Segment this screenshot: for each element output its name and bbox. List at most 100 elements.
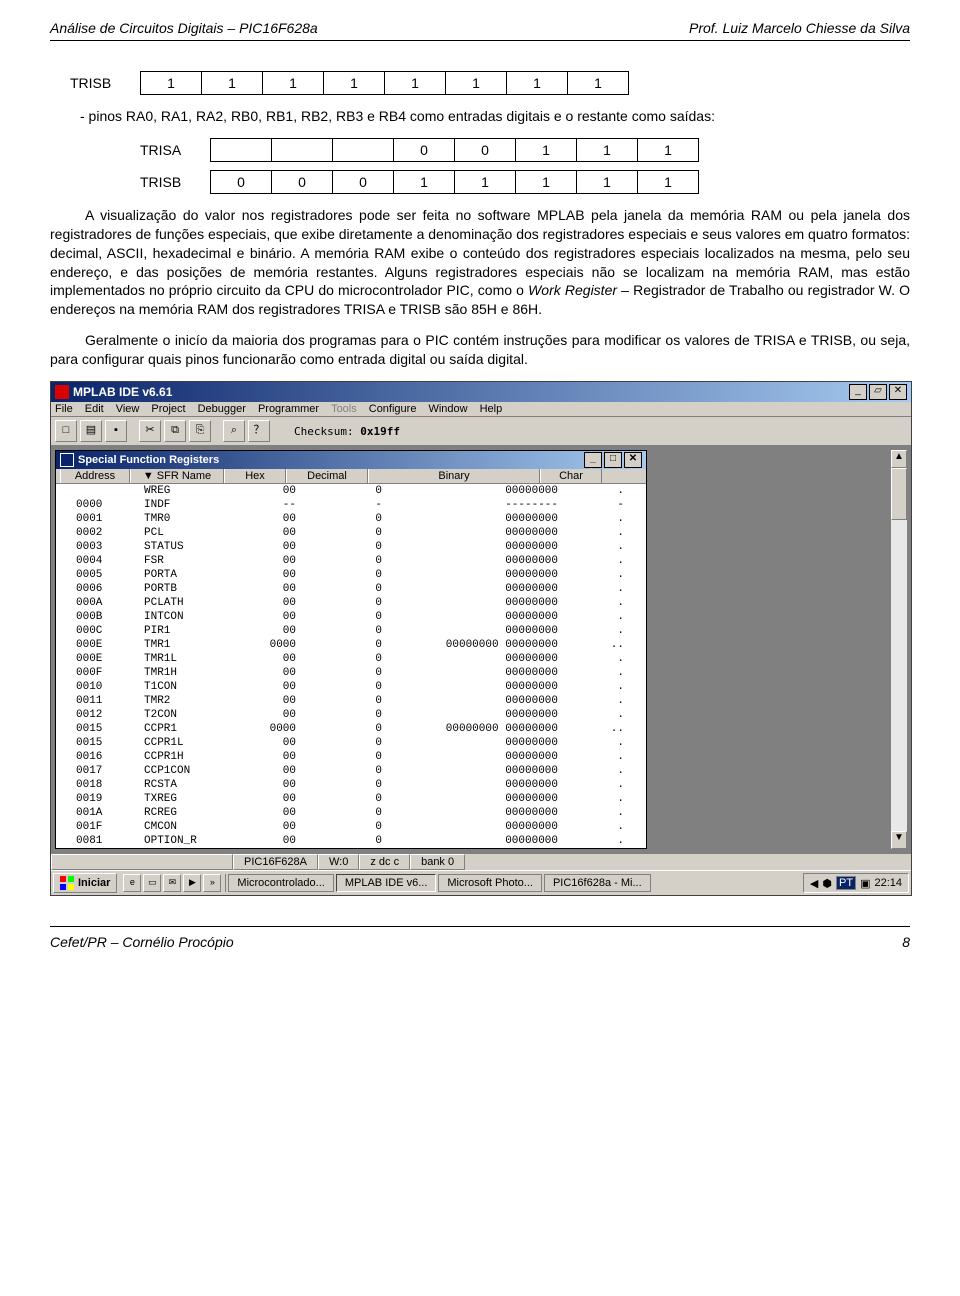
scroll-track[interactable] [891, 468, 907, 831]
sfr-row[interactable]: 0001TMR000000000000. [56, 512, 646, 526]
sfr-minimize-button[interactable]: _ [584, 452, 602, 468]
mplab-titlebar[interactable]: MPLAB IDE v6.61 _ ▱ ✕ [51, 382, 911, 402]
sfr-row[interactable]: 0004FSR00000000000. [56, 554, 646, 568]
sfr-row[interactable]: 0081OPTION_R00000000000. [56, 834, 646, 848]
register-cell: 1 [637, 138, 699, 162]
sfr-row[interactable]: WREG00000000000. [56, 484, 646, 498]
sfr-row[interactable]: 0010T1CON00000000000. [56, 680, 646, 694]
sfr-header-name[interactable]: ▼ SFR Name [130, 469, 224, 483]
sfr-row[interactable]: 000APCLATH00000000000. [56, 596, 646, 610]
sfr-row[interactable]: 001ARCREG00000000000. [56, 806, 646, 820]
sfr-header-row: Address ▼ SFR Name Hex Decimal Binary Ch… [56, 469, 646, 484]
system-tray[interactable]: ◀ ⬢ PT ▣ 22:14 [803, 873, 909, 893]
menu-edit[interactable]: Edit [85, 403, 104, 415]
tray-icon[interactable]: ⬢ [822, 877, 832, 890]
paragraph-main: A visualização do valor nos registradore… [50, 206, 910, 319]
taskbar-task[interactable]: MPLAB IDE v6... [336, 874, 437, 892]
sfr-bin: 00000000 [388, 764, 564, 778]
taskbar-task[interactable]: Microcontrolado... [228, 874, 333, 892]
sfr-addr: 0011 [60, 694, 144, 708]
sfr-header-address[interactable]: Address [60, 469, 130, 483]
menu-view[interactable]: View [116, 403, 140, 415]
sfr-row[interactable]: 0019TXREG00000000000. [56, 792, 646, 806]
sfr-char: - [564, 498, 630, 512]
register-cell: 1 [515, 138, 577, 162]
scroll-thumb[interactable] [891, 468, 907, 520]
sfr-titlebar[interactable]: Special Function Registers _ □ ✕ [56, 451, 646, 469]
sfr-row[interactable]: 000ETMR1L00000000000. [56, 652, 646, 666]
toolbar-button[interactable]: □ [55, 420, 77, 442]
sfr-hex: -- [236, 498, 302, 512]
sfr-close-button[interactable]: ✕ [624, 452, 642, 468]
toolbar-button[interactable]: ？ [248, 420, 270, 442]
sfr-name: TMR2 [144, 694, 236, 708]
menu-debugger[interactable]: Debugger [198, 403, 246, 415]
sfr-row[interactable]: 0003STATUS00000000000. [56, 540, 646, 554]
toolbar-button[interactable]: ▪ [105, 420, 127, 442]
sfr-row[interactable]: 0016CCPR1H00000000000. [56, 750, 646, 764]
sfr-bin: 00000000 [388, 820, 564, 834]
close-button[interactable]: ✕ [889, 384, 907, 400]
start-button[interactable]: Iniciar [53, 873, 117, 893]
sfr-row[interactable]: 0002PCL00000000000. [56, 526, 646, 540]
restore-button[interactable]: ▱ [869, 384, 887, 400]
sfr-row[interactable]: 0006PORTB00000000000. [56, 582, 646, 596]
sfr-row[interactable]: 000ETMR10000000000000 00000000.. [56, 638, 646, 652]
sfr-row[interactable]: 000BINTCON00000000000. [56, 610, 646, 624]
paragraph-pins: - pinos RA0, RA1, RA2, RB0, RB1, RB2, RB… [80, 107, 910, 126]
menu-tools[interactable]: Tools [331, 403, 357, 415]
sfr-row[interactable]: 0015CCPR10000000000000 00000000.. [56, 722, 646, 736]
mplab-vscrollbar[interactable]: ▲ ▼ [890, 450, 907, 849]
toolbar-button[interactable]: ⌕ [223, 420, 245, 442]
sfr-header-hex[interactable]: Hex [224, 469, 286, 483]
sfr-row[interactable]: 0015CCPR1L00000000000. [56, 736, 646, 750]
scroll-down-arrow[interactable]: ▼ [891, 831, 907, 849]
quick-launch: e ▭ ✉ ▶ » [119, 874, 226, 892]
sfr-dec: 0 [302, 610, 388, 624]
menu-project[interactable]: Project [151, 403, 185, 415]
sfr-row[interactable]: 001FCMCON00000000000. [56, 820, 646, 834]
ql-wmp-icon[interactable]: ▶ [183, 874, 201, 892]
toolbar-button[interactable]: ⧉ [164, 420, 186, 442]
sfr-maximize-button[interactable]: □ [604, 452, 622, 468]
ql-ie-icon[interactable]: e [123, 874, 141, 892]
sfr-row[interactable]: 0000INDF------------ [56, 498, 646, 512]
sfr-name: TMR1H [144, 666, 236, 680]
menu-programmer[interactable]: Programmer [258, 403, 319, 415]
sfr-row[interactable]: 0017CCP1CON00000000000. [56, 764, 646, 778]
ql-outlook-icon[interactable]: ✉ [163, 874, 181, 892]
sfr-char: . [564, 568, 630, 582]
minimize-button[interactable]: _ [849, 384, 867, 400]
sfr-row[interactable]: 000CPIR100000000000. [56, 624, 646, 638]
taskbar-task[interactable]: Microsoft Photo... [438, 874, 542, 892]
sfr-row[interactable]: 0011TMR200000000000. [56, 694, 646, 708]
taskbar-task[interactable]: PIC16f628a - Mi... [544, 874, 651, 892]
sfr-header-char[interactable]: Char [540, 469, 602, 483]
windows-taskbar: Iniciar e ▭ ✉ ▶ » Microcontrolado...MPLA… [51, 870, 911, 895]
sfr-row[interactable]: 0018RCSTA00000000000. [56, 778, 646, 792]
ql-desktop-icon[interactable]: ▭ [143, 874, 161, 892]
sfr-row[interactable]: 000FTMR1H00000000000. [56, 666, 646, 680]
toolbar-button[interactable]: ▤ [80, 420, 102, 442]
toolbar-button[interactable]: ⎘ [189, 420, 211, 442]
status-bank: bank 0 [410, 854, 465, 870]
tray-lang[interactable]: PT [836, 876, 856, 890]
tray-icon[interactable]: ◀ [810, 877, 818, 890]
sfr-header-binary[interactable]: Binary [368, 469, 540, 483]
menu-configure[interactable]: Configure [369, 403, 417, 415]
sfr-row[interactable]: 0012T2CON00000000000. [56, 708, 646, 722]
sfr-addr: 0005 [60, 568, 144, 582]
toolbar-button[interactable]: ✂ [139, 420, 161, 442]
tray-clock[interactable]: 22:14 [874, 877, 902, 889]
sfr-hex: 00 [236, 484, 302, 498]
sfr-row[interactable]: 0005PORTA00000000000. [56, 568, 646, 582]
tray-icon[interactable]: ▣ [860, 877, 870, 890]
scroll-up-arrow[interactable]: ▲ [891, 450, 907, 468]
sfr-char: . [564, 834, 630, 848]
menu-window[interactable]: Window [428, 403, 467, 415]
ql-more-icon[interactable]: » [203, 874, 221, 892]
menu-file[interactable]: File [55, 403, 73, 415]
sfr-header-decimal[interactable]: Decimal [286, 469, 368, 483]
sfr-hex: 00 [236, 764, 302, 778]
menu-help[interactable]: Help [480, 403, 503, 415]
